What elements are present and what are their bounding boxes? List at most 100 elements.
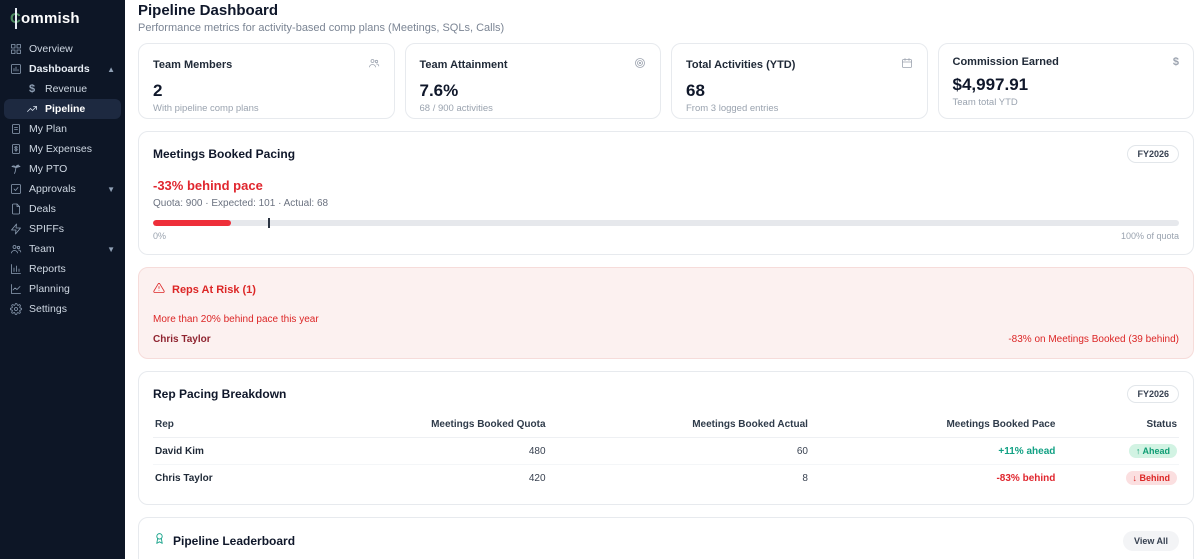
cell-pace: -83% behind [996, 472, 1056, 484]
trending-up-icon [26, 103, 38, 115]
stat-subtext: Team total YTD [952, 97, 1018, 108]
pace-detail-text: Quota: 900 · Expected: 101 · Actual: 68 [153, 198, 329, 209]
users-icon [368, 56, 380, 74]
logo-c-mark: C [10, 8, 22, 29]
dollar-icon: $ [1172, 56, 1179, 68]
table-header-row: Rep Meetings Booked Quota Meetings Booke… [153, 413, 1179, 438]
stat-label: Team Attainment [419, 59, 508, 71]
progress-min-label: 0% [153, 231, 167, 241]
chevron-down-icon: ▼ [107, 184, 115, 194]
at-risk-rep-detail: -83% on Meetings Booked (39 behind) [1008, 334, 1179, 345]
cell-actual: 8 [802, 472, 808, 484]
pacing-title: Meetings Booked Pacing [153, 147, 296, 161]
stat-label: Commission Earned [952, 56, 1059, 68]
stat-card-total-activities: Total Activities (YTD) 68 From 3 logged … [671, 43, 928, 119]
table-row[interactable]: Chris Taylor 420 8 -83% behind ↓ Behind [153, 465, 1179, 492]
chevron-up-icon: ▲ [107, 64, 115, 74]
cell-quota: 420 [528, 472, 546, 484]
cell-pace: +11% ahead [809, 437, 1058, 465]
progress-fill [153, 220, 231, 226]
cell-quota: 480 [287, 437, 548, 465]
rep-pacing-breakdown-section: Rep Pacing Breakdown FY2026 Rep Meetings… [138, 371, 1194, 505]
reps-at-risk-section: Reps At Risk (1) More than 20% behind pa… [138, 267, 1194, 359]
at-risk-rep-name: Chris Taylor [153, 334, 211, 345]
stat-subtext: 68 / 900 activities [419, 103, 493, 114]
target-icon [634, 56, 646, 74]
sidebar-item-label: Pipeline [45, 103, 86, 115]
page-subtitle: Performance metrics for activity-based c… [138, 22, 505, 34]
sidebar-item-my-expenses[interactable]: My Expenses [0, 139, 125, 159]
pace-status-text: -33% behind pace [153, 178, 263, 193]
sidebar-item-reports[interactable]: Reports [0, 259, 125, 279]
expected-pace-marker [267, 218, 270, 228]
sidebar-item-team[interactable]: Team ▼ [0, 239, 125, 259]
logo-text: ommish [21, 10, 80, 27]
view-all-button[interactable]: View All [1122, 531, 1179, 551]
sidebar-item-planning[interactable]: Planning [0, 279, 125, 299]
cell-actual: 60 [547, 437, 810, 465]
col-header-rep: Rep [153, 413, 288, 438]
leaderboard-title: Pipeline Leaderboard [173, 534, 296, 548]
zap-icon [10, 223, 22, 235]
pacing-section: Meetings Booked Pacing FY2026 -33% behin… [138, 131, 1194, 255]
cell-rep-name: Chris Taylor [155, 472, 213, 484]
logo: Commish [0, 6, 125, 39]
stat-value: 2 [153, 81, 163, 100]
table-row[interactable]: David Kim 480 60 +11% ahead ↑ Ahead [153, 437, 1179, 465]
col-header-status: Status [1057, 413, 1179, 438]
status-badge: ↑ Ahead [1128, 444, 1177, 458]
status-badge: ↓ Behind [1125, 471, 1177, 485]
sidebar-item-dashboards[interactable]: Dashboards ▲ [0, 59, 125, 79]
clipboard-icon [10, 123, 22, 135]
stat-card-team-attainment: Team Attainment 7.6% 68 / 900 activities [404, 43, 661, 119]
chevron-down-icon: ▼ [107, 244, 115, 254]
palm-tree-icon [10, 163, 22, 175]
stat-label: Team Members [153, 59, 233, 71]
sidebar-item-spiffs[interactable]: SPIFFs [0, 219, 125, 239]
stat-subtext: From 3 logged entries [686, 103, 779, 114]
sidebar-item-deals[interactable]: Deals [0, 199, 125, 219]
check-square-icon [10, 183, 22, 195]
sidebar-item-revenue[interactable]: $ Revenue [0, 79, 125, 99]
breakdown-title: Rep Pacing Breakdown [153, 387, 287, 401]
main-content: Pipeline Dashboard Performance metrics f… [125, 0, 1200, 559]
sidebar-nav: Overview Dashboards ▲ $ Revenue Pipeline… [0, 39, 125, 319]
cell-rep-name: David Kim [153, 437, 288, 465]
line-chart-icon [10, 283, 22, 295]
sidebar-item-label: Reports [29, 263, 66, 275]
stat-card-commission-earned: Commission Earned $ $4,997.91 Team total… [937, 43, 1194, 119]
stat-subtext: With pipeline comp plans [153, 103, 259, 114]
sidebar: Commish Overview Dashboards ▲ $ Revenue … [0, 0, 125, 559]
sidebar-item-my-plan[interactable]: My Plan [0, 119, 125, 139]
sidebar-item-overview[interactable]: Overview [0, 39, 125, 59]
column-chart-icon [10, 263, 22, 275]
stat-value: 7.6% [419, 81, 459, 100]
progress-track [153, 220, 1179, 226]
sidebar-item-label: SPIFFs [29, 223, 65, 235]
stat-card-team-members: Team Members 2 With pipeline comp plans [138, 43, 395, 119]
calendar-icon [901, 56, 913, 74]
receipt-icon [10, 143, 22, 155]
stat-label: Total Activities (YTD) [686, 59, 796, 71]
sidebar-item-label: My Plan [29, 123, 67, 135]
sidebar-item-settings[interactable]: Settings [0, 299, 125, 319]
col-header-pace: Meetings Booked Pace [809, 413, 1058, 438]
sidebar-item-label: Approvals [29, 183, 76, 195]
dollar-icon: $ [28, 83, 36, 95]
sidebar-item-label: My PTO [29, 163, 68, 175]
gear-icon [10, 303, 22, 315]
pipeline-leaderboard-section: Pipeline Leaderboard View All 1 David Ki… [138, 517, 1194, 559]
sidebar-item-label: Team [29, 243, 55, 255]
col-header-quota: Meetings Booked Quota [287, 413, 548, 438]
sidebar-item-label: Planning [29, 283, 70, 295]
sidebar-item-label: Revenue [45, 83, 88, 95]
at-risk-rep-row[interactable]: Chris Taylor -83% on Meetings Booked (39… [153, 334, 1179, 345]
sidebar-item-label: My Expenses [29, 143, 93, 155]
progress-max-label: 100% of quota [1120, 231, 1179, 241]
file-icon [10, 203, 22, 215]
sidebar-item-approvals[interactable]: Approvals ▼ [0, 179, 125, 199]
sidebar-item-my-pto[interactable]: My PTO [0, 159, 125, 179]
sidebar-item-label: Overview [29, 43, 73, 55]
sidebar-item-pipeline[interactable]: Pipeline [4, 99, 121, 119]
reps-at-risk-title: Reps At Risk (1) [172, 284, 256, 296]
